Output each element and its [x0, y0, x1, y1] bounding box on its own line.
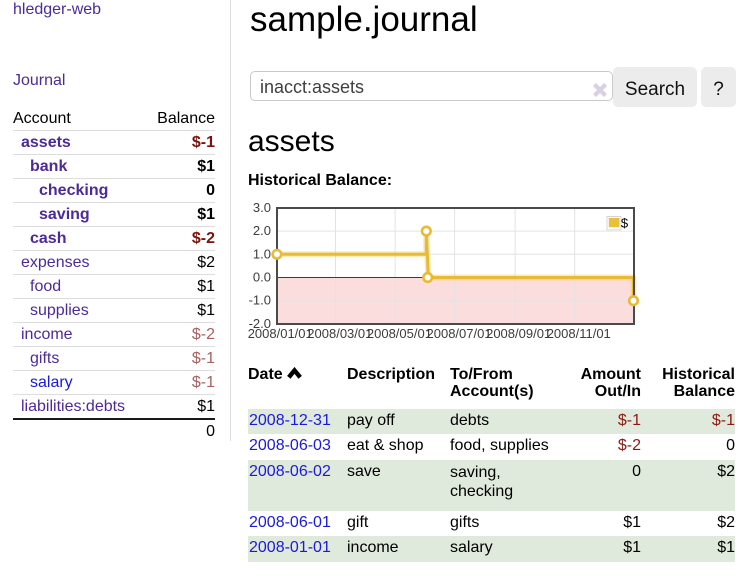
svg-text:-1.0: -1.0	[249, 293, 271, 308]
svg-text:0.0: 0.0	[253, 270, 271, 285]
svg-text:1.0: 1.0	[253, 246, 271, 261]
svg-text:2008/03/01: 2008/03/01	[307, 326, 372, 341]
svg-text:2.0: 2.0	[253, 223, 271, 238]
svg-text:2008/11/01: 2008/11/01	[547, 326, 611, 341]
svg-text:3.0: 3.0	[253, 200, 271, 215]
svg-text:2008/07/01: 2008/07/01	[427, 326, 492, 341]
svg-text:2008/09/01: 2008/09/01	[486, 326, 551, 341]
svg-text:$: $	[621, 216, 629, 231]
svg-text:2008/05/01: 2008/05/01	[367, 326, 432, 341]
svg-text:2008/01/01: 2008/01/01	[248, 326, 313, 341]
